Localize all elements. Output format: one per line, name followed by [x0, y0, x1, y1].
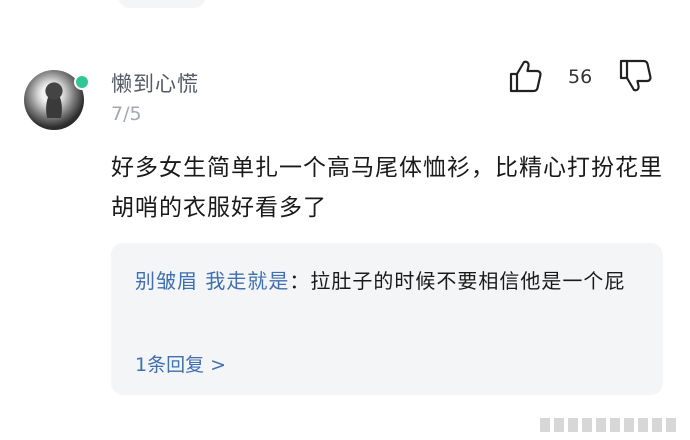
reply-author-link[interactable]: 别皱眉 我走就是 [135, 269, 289, 293]
reply-text: 拉肚子的时候不要相信他是一个屁 [310, 269, 626, 293]
reply-preview-box[interactable]: 别皱眉 我走就是：拉肚子的时候不要相信他是一个屁 1条回复 > [111, 243, 663, 395]
comment-text: 好多女生简单扎一个高马尾体恤衫，比精心打扮花里胡哨的衣服好看多了 [111, 155, 663, 221]
avatar-figure [42, 82, 66, 118]
thumbs-up-icon[interactable] [507, 58, 543, 94]
like-count: 56 [568, 66, 593, 88]
thumbs-down-icon[interactable] [617, 58, 653, 94]
comment-username[interactable]: 懒到心慌 [111, 68, 199, 98]
watermark [540, 418, 690, 434]
online-status-dot [74, 74, 90, 90]
view-more-replies-link[interactable]: 1条回复 > [135, 350, 226, 377]
reply-separator: ： [289, 269, 311, 293]
reply-content: 别皱眉 我走就是：拉肚子的时候不要相信他是一个屁 [135, 263, 640, 299]
previous-reply-box-edge [118, 0, 206, 8]
comment-date: 7/5 [111, 103, 142, 125]
